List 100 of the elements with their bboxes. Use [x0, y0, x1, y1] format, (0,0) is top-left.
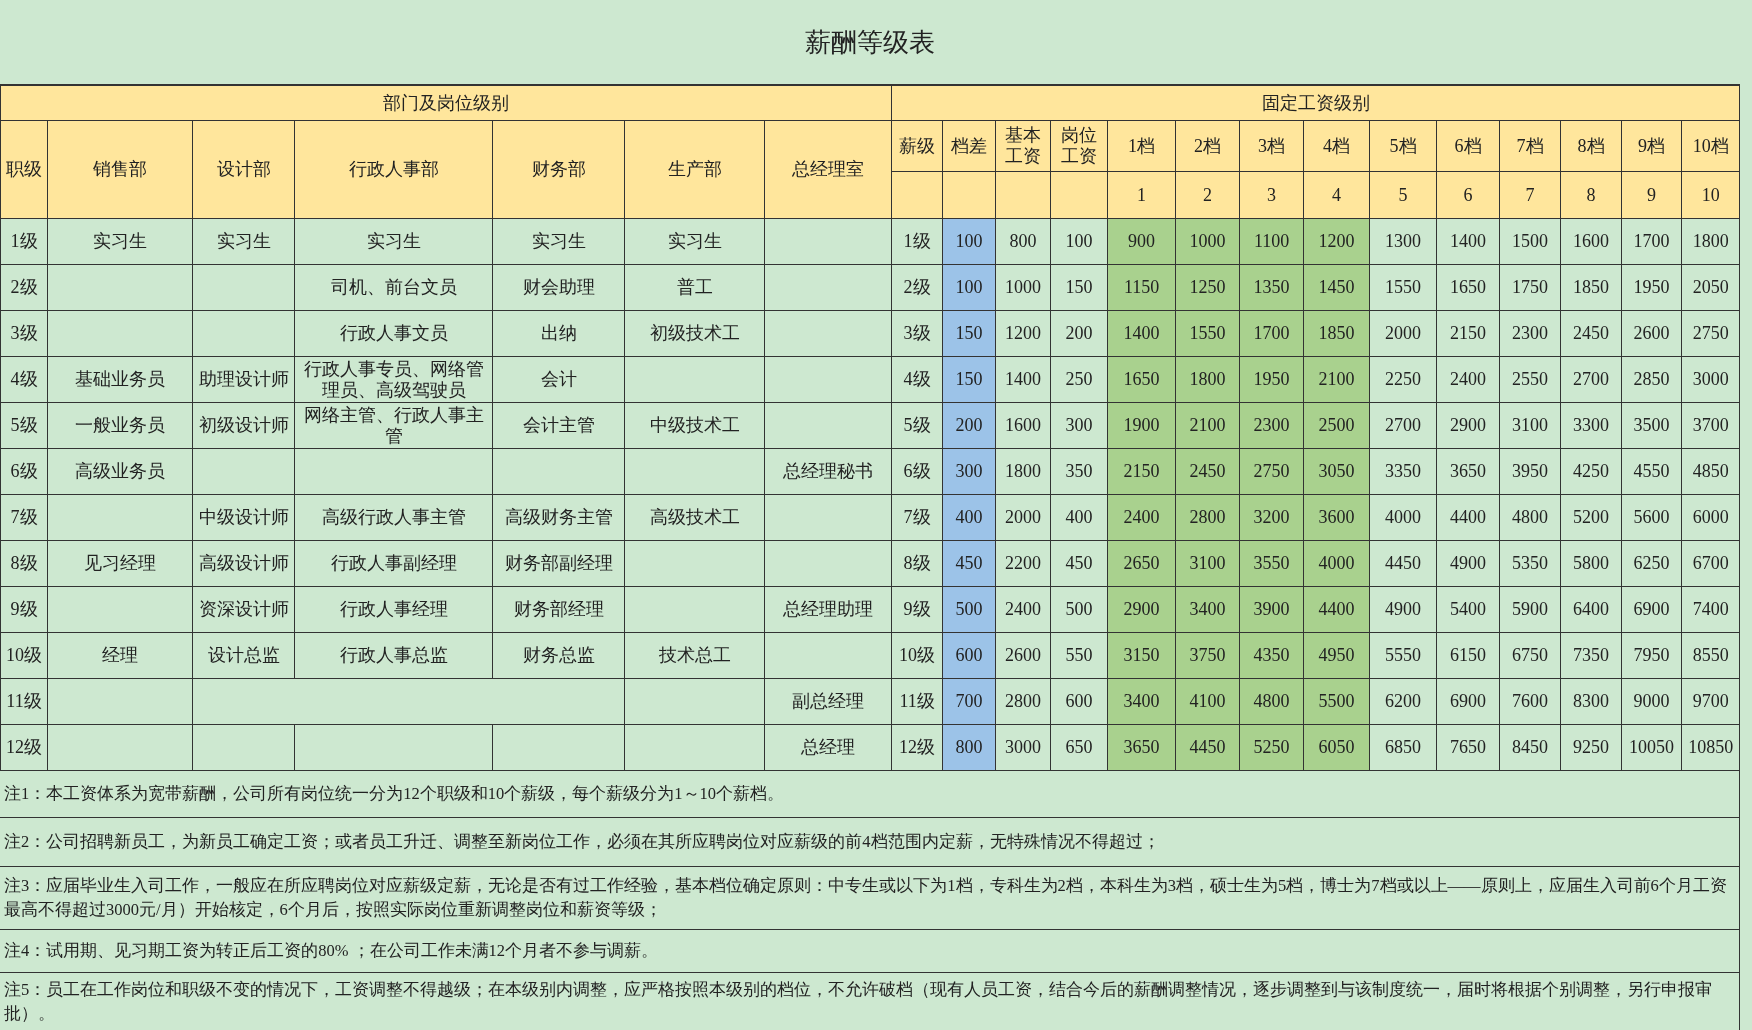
table-cell: 400 [1050, 494, 1108, 541]
column-header: 生产部 [624, 120, 765, 219]
table-cell: 3000 [1681, 356, 1740, 403]
table-cell: 6级 [0, 448, 48, 495]
table-cell: 100 [1050, 218, 1108, 265]
table-cell: 150 [942, 310, 996, 357]
table-cell: 2900 [1436, 402, 1500, 449]
table-cell: 2300 [1499, 310, 1561, 357]
table-cell: 4450 [1369, 540, 1437, 587]
table-cell: 1800 [1681, 218, 1740, 265]
table-cell: 4000 [1303, 540, 1370, 587]
table-cell: 3650 [1436, 448, 1500, 495]
table-cell: 6850 [1369, 724, 1437, 771]
table-cell: 6400 [1560, 586, 1622, 633]
table-cell: 财务部经理 [492, 586, 625, 633]
table-cell: 2400 [995, 586, 1051, 633]
column-header: 销售部 [47, 120, 193, 219]
table-cell: 300 [942, 448, 996, 495]
table-cell: 150 [942, 356, 996, 403]
table-cell: 2300 [1239, 402, 1304, 449]
table-cell: 2550 [1499, 356, 1561, 403]
table-cell: 6级 [891, 448, 943, 495]
column-header: 岗位工资 [1050, 120, 1108, 172]
table-cell: 高级技术工 [624, 494, 765, 541]
table-cell: 实习生 [294, 218, 493, 265]
table-cell: 4800 [1239, 678, 1304, 725]
table-cell: 1000 [995, 264, 1051, 311]
table-cell: 总经理 [764, 724, 892, 771]
table-cell: 100 [942, 264, 996, 311]
table-cell: 2000 [1369, 310, 1437, 357]
table-cell: 8级 [0, 540, 48, 587]
table-cell: 实习生 [47, 218, 193, 265]
table-cell: 4550 [1621, 448, 1682, 495]
column-header: 3 [1239, 171, 1304, 219]
table-cell: 高级业务员 [47, 448, 193, 495]
table-cell: 高级财务主管 [492, 494, 625, 541]
table-cell: 3300 [1560, 402, 1622, 449]
table-cell: 1850 [1560, 264, 1622, 311]
table-cell: 1850 [1303, 310, 1370, 357]
table-cell: 财务总监 [492, 632, 625, 679]
table-cell: 11级 [0, 678, 48, 725]
table-cell: 2100 [1175, 402, 1240, 449]
column-header: 4 [1303, 171, 1370, 219]
table-cell: 3600 [1303, 494, 1370, 541]
table-cell: 2100 [1303, 356, 1370, 403]
table-cell: 财务部副经理 [492, 540, 625, 587]
table-cell: 1级 [891, 218, 943, 265]
column-header: 9 [1621, 171, 1682, 219]
column-header: 总经理室 [764, 120, 892, 219]
table-cell: 4400 [1303, 586, 1370, 633]
table-cell: 1350 [1239, 264, 1304, 311]
table-cell: 2000 [995, 494, 1051, 541]
table-cell: 150 [1050, 264, 1108, 311]
table-cell: 5350 [1499, 540, 1561, 587]
column-header: 职级 [0, 120, 48, 219]
table-cell: 8级 [891, 540, 943, 587]
table-cell: 实习生 [492, 218, 625, 265]
table-cell: 9级 [891, 586, 943, 633]
table-cell: 7级 [891, 494, 943, 541]
table-cell: 1650 [1107, 356, 1176, 403]
table-cell: 10850 [1681, 724, 1740, 771]
table-cell: 2级 [891, 264, 943, 311]
table-cell: 6050 [1303, 724, 1370, 771]
table-cell: 4900 [1369, 586, 1437, 633]
column-header: 7档 [1499, 120, 1561, 172]
table-cell: 普工 [624, 264, 765, 311]
table-cell: 技术总工 [624, 632, 765, 679]
table-cell: 6900 [1621, 586, 1682, 633]
table-cell: 3400 [1175, 586, 1240, 633]
column-header: 1 [1107, 171, 1176, 219]
table-cell: 1400 [1107, 310, 1176, 357]
column-header: 3档 [1239, 120, 1304, 172]
table-cell: 7400 [1681, 586, 1740, 633]
table-cell: 一般业务员 [47, 402, 193, 449]
table-cell: 800 [942, 724, 996, 771]
table-cell: 行政人事副经理 [294, 540, 493, 587]
column-header: 设计部 [192, 120, 295, 219]
table-cell: 3100 [1175, 540, 1240, 587]
table-cell: 中级设计师 [192, 494, 295, 541]
table-cell: 10级 [0, 632, 48, 679]
table-cell: 4级 [891, 356, 943, 403]
table-cell: 1600 [1560, 218, 1622, 265]
table-cell: 2600 [1621, 310, 1682, 357]
table-cell: 4100 [1175, 678, 1240, 725]
table-cell: 4350 [1239, 632, 1304, 679]
table-cell: 12级 [0, 724, 48, 771]
column-header: 4档 [1303, 120, 1370, 172]
table-cell: 4450 [1175, 724, 1240, 771]
table-cell: 资深设计师 [192, 586, 295, 633]
table-cell: 2250 [1369, 356, 1437, 403]
table-cell: 1250 [1175, 264, 1240, 311]
table-cell: 500 [1050, 586, 1108, 633]
table-cell: 2500 [1303, 402, 1370, 449]
table-cell: 9000 [1621, 678, 1682, 725]
table-cell: 300 [1050, 402, 1108, 449]
column-header: 行政人事部 [294, 120, 493, 219]
table-cell: 3级 [891, 310, 943, 357]
table-cell: 1950 [1239, 356, 1304, 403]
table-cell: 司机、前台文员 [294, 264, 493, 311]
table-cell: 9级 [0, 586, 48, 633]
